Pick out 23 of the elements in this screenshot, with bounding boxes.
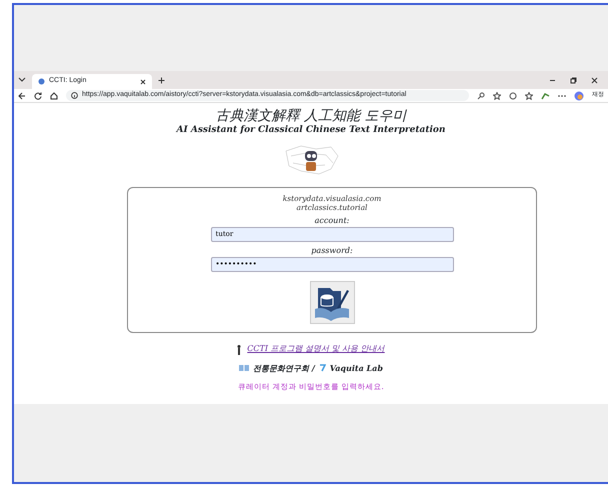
close-icon[interactable] xyxy=(591,76,598,84)
field-label: account: xyxy=(314,214,350,227)
star-icon[interactable] xyxy=(493,92,501,100)
manual-link[interactable]: CCTI 프로그램 설명서 및 사용 안내서 xyxy=(247,342,385,355)
page-title: 古典漢文解釋 人工知能 도우미 xyxy=(214,109,408,124)
home-icon[interactable] xyxy=(50,92,58,100)
copilot-icon[interactable] xyxy=(574,90,584,100)
logo-icon xyxy=(318,364,326,372)
restore-icon[interactable] xyxy=(570,76,577,84)
credit-text: 전통문화연구회 / xyxy=(253,362,315,374)
close-icon[interactable] xyxy=(140,78,146,84)
star-icon[interactable] xyxy=(525,92,533,100)
chevron-down-icon[interactable] xyxy=(18,77,26,83)
info-icon[interactable] xyxy=(71,92,78,99)
credit-text: Vaquita Lab xyxy=(330,362,383,374)
book-icon xyxy=(239,364,250,372)
back-arrow-icon[interactable] xyxy=(18,92,26,100)
login-button[interactable] xyxy=(310,280,354,324)
page-subtitle: AI Assistant for Classical Chinese Text Interpretation xyxy=(174,124,446,138)
new-tab-icon[interactable] xyxy=(158,76,165,84)
field-label: password: xyxy=(310,244,354,257)
extension-icon[interactable] xyxy=(541,91,550,100)
site-icon xyxy=(38,78,45,85)
